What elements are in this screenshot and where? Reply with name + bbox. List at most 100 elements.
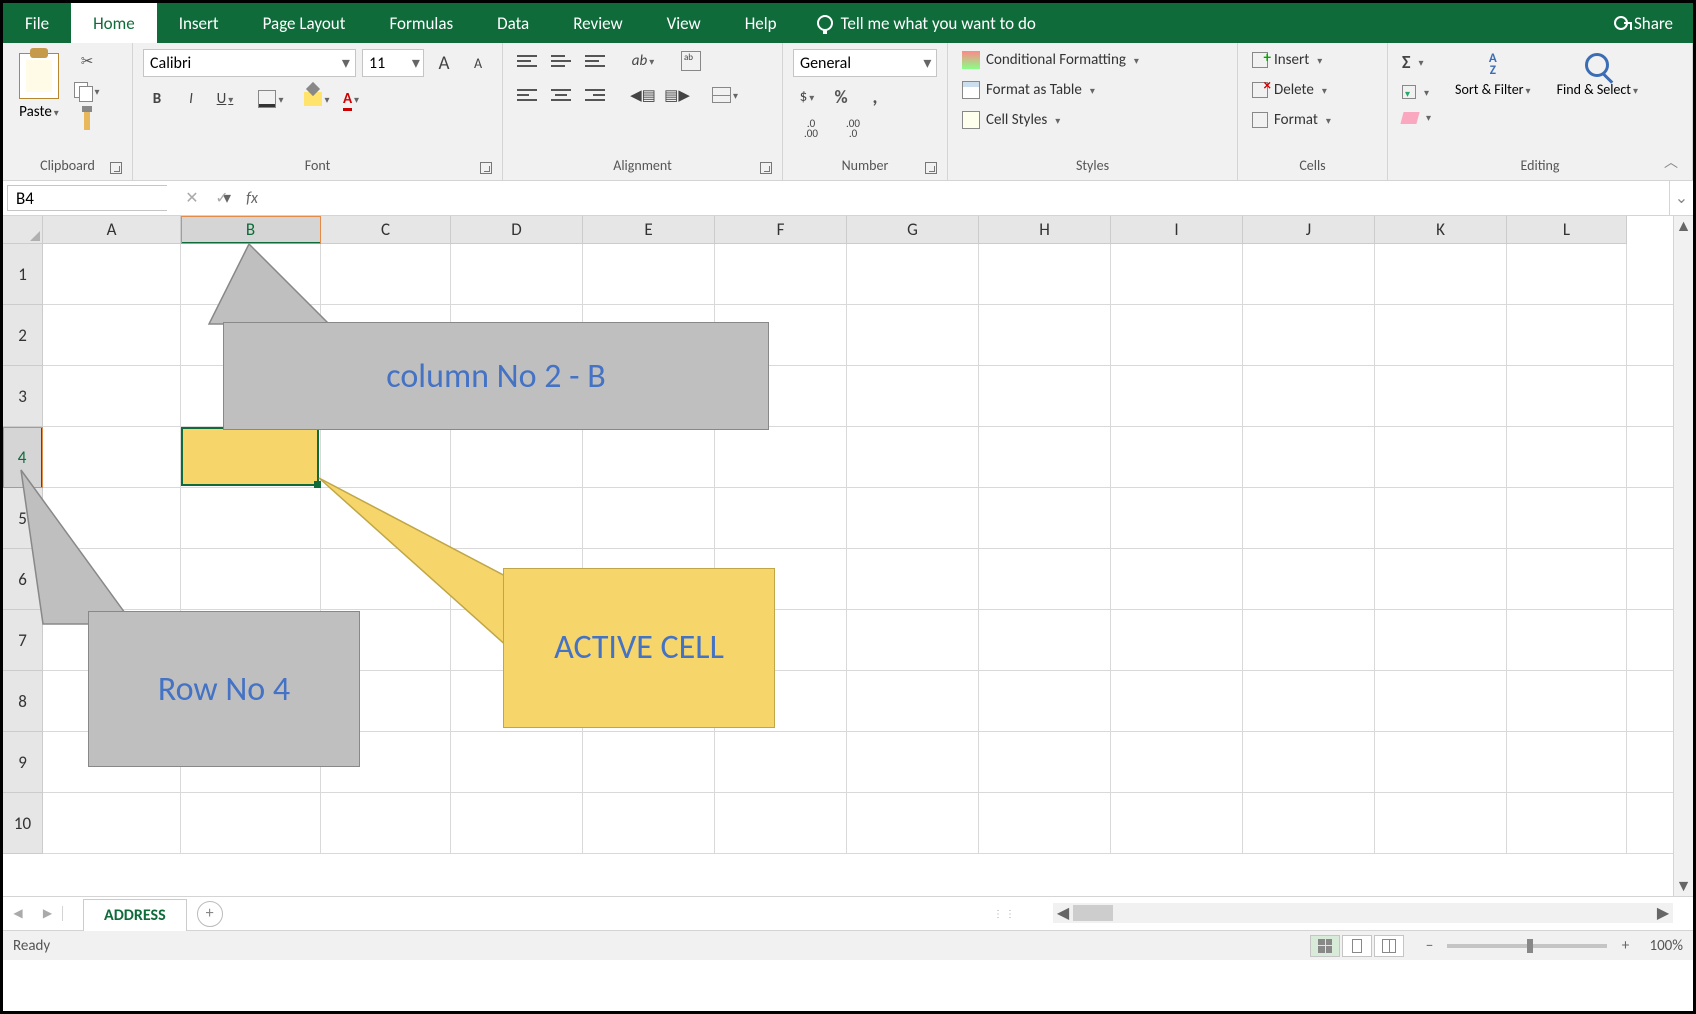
cell[interactable] [715, 732, 847, 792]
align-top-button[interactable] [513, 49, 541, 73]
column-header-C[interactable]: C [321, 216, 451, 244]
bold-button[interactable]: B [143, 87, 171, 111]
cell[interactable] [1243, 671, 1375, 731]
cell[interactable] [181, 488, 321, 548]
alignment-launcher[interactable] [760, 162, 772, 174]
cell[interactable] [321, 793, 451, 853]
cell[interactable] [979, 793, 1111, 853]
number-format-dd[interactable]: ▾ [919, 53, 936, 73]
number-format-combo[interactable]: ▾ [793, 49, 937, 77]
column-header-G[interactable]: G [847, 216, 979, 244]
fill-color-button[interactable] [303, 87, 331, 111]
column-header-K[interactable]: K [1375, 216, 1507, 244]
cell[interactable] [715, 488, 847, 548]
cell[interactable] [451, 244, 583, 304]
cell[interactable] [451, 427, 583, 487]
column-header-H[interactable]: H [979, 216, 1111, 244]
cell[interactable] [43, 488, 181, 548]
zoom-out-button[interactable]: − [1419, 937, 1439, 955]
cell-styles-button[interactable]: Cell Styles [958, 109, 1064, 131]
copy-button[interactable] [73, 79, 101, 103]
cell[interactable] [979, 244, 1111, 304]
cell[interactable] [1375, 488, 1507, 548]
cell[interactable] [1243, 549, 1375, 609]
clipboard-launcher[interactable] [110, 162, 122, 174]
horizontal-scrollbar[interactable]: ◀ ▶ [1053, 903, 1673, 923]
font-name-combo[interactable]: ▾ [143, 49, 356, 77]
cell[interactable] [1243, 610, 1375, 670]
add-sheet-button[interactable]: + [197, 901, 223, 927]
cell[interactable] [1375, 793, 1507, 853]
cell[interactable] [1375, 732, 1507, 792]
zoom-thumb[interactable] [1527, 939, 1533, 953]
clear-button[interactable] [1398, 109, 1435, 126]
cell[interactable] [1243, 305, 1375, 365]
cell[interactable] [847, 244, 979, 304]
align-right-button[interactable] [581, 83, 609, 107]
cell[interactable] [583, 244, 715, 304]
cell[interactable] [847, 671, 979, 731]
cell[interactable] [1111, 488, 1243, 548]
column-header-D[interactable]: D [451, 216, 583, 244]
zoom-slider[interactable] [1447, 944, 1607, 948]
cell[interactable] [321, 244, 451, 304]
cell[interactable] [1375, 610, 1507, 670]
cell[interactable] [181, 549, 321, 609]
font-color-button[interactable]: A [337, 87, 365, 111]
cell[interactable] [979, 488, 1111, 548]
cell[interactable] [1243, 244, 1375, 304]
row-header-4[interactable]: 4 [3, 427, 43, 488]
column-header-L[interactable]: L [1507, 216, 1627, 244]
scroll-down-button[interactable]: ▼ [1674, 876, 1693, 896]
row-header-10[interactable]: 10 [3, 793, 43, 854]
accounting-button[interactable]: $ [793, 85, 821, 109]
cell[interactable] [1111, 549, 1243, 609]
row-header-5[interactable]: 5 [3, 488, 43, 549]
align-left-button[interactable] [513, 83, 541, 107]
cell[interactable] [847, 793, 979, 853]
sort-filter-button[interactable]: AZ Sort & Filter [1449, 49, 1537, 102]
cell[interactable] [1507, 488, 1627, 548]
font-name-dd[interactable]: ▾ [337, 53, 355, 73]
align-middle-button[interactable] [547, 49, 575, 73]
scroll-up-button[interactable]: ▲ [1674, 216, 1693, 236]
hscroll-thumb[interactable] [1073, 905, 1113, 921]
cell[interactable] [1507, 244, 1627, 304]
tab-help[interactable]: Help [723, 3, 799, 43]
cell[interactable] [43, 305, 181, 365]
cell[interactable] [43, 793, 181, 853]
tab-formulas[interactable]: Formulas [367, 3, 475, 43]
cell[interactable] [1507, 671, 1627, 731]
cell[interactable] [1243, 488, 1375, 548]
insert-cells-button[interactable]: Insert [1248, 49, 1326, 71]
vertical-scrollbar[interactable]: ▲ ▼ [1673, 216, 1693, 896]
cell[interactable] [1111, 610, 1243, 670]
share-button[interactable]: Share [1594, 3, 1693, 43]
increase-font-button[interactable]: A [430, 51, 458, 75]
percent-button[interactable]: % [827, 85, 855, 109]
cell[interactable] [979, 671, 1111, 731]
cell[interactable] [1507, 549, 1627, 609]
cell[interactable] [979, 305, 1111, 365]
fill-button[interactable] [1398, 83, 1433, 101]
tab-data[interactable]: Data [475, 3, 551, 43]
comma-button[interactable]: , [861, 85, 889, 109]
tab-view[interactable]: View [645, 3, 723, 43]
expand-formula-bar-button[interactable]: ⌄ [1669, 181, 1693, 215]
cell[interactable] [1507, 793, 1627, 853]
name-box[interactable]: ▾ [7, 185, 167, 211]
view-page-layout-button[interactable] [1342, 935, 1372, 957]
number-launcher[interactable] [925, 162, 937, 174]
sheet-nav-prev[interactable]: ◀ [3, 906, 33, 921]
orientation-button[interactable]: ab [629, 49, 657, 73]
decrease-font-button[interactable]: A [464, 51, 492, 75]
row-header-9[interactable]: 9 [3, 732, 43, 793]
cell[interactable] [583, 732, 715, 792]
cell[interactable] [847, 488, 979, 548]
cell[interactable] [321, 427, 451, 487]
sheet-nav-next[interactable]: ▶ [33, 906, 63, 921]
tab-home[interactable]: Home [71, 3, 157, 43]
cell[interactable] [1111, 671, 1243, 731]
conditional-formatting-button[interactable]: Conditional Formatting [958, 49, 1143, 71]
collapse-ribbon-button[interactable]: ︿ [1664, 152, 1678, 172]
